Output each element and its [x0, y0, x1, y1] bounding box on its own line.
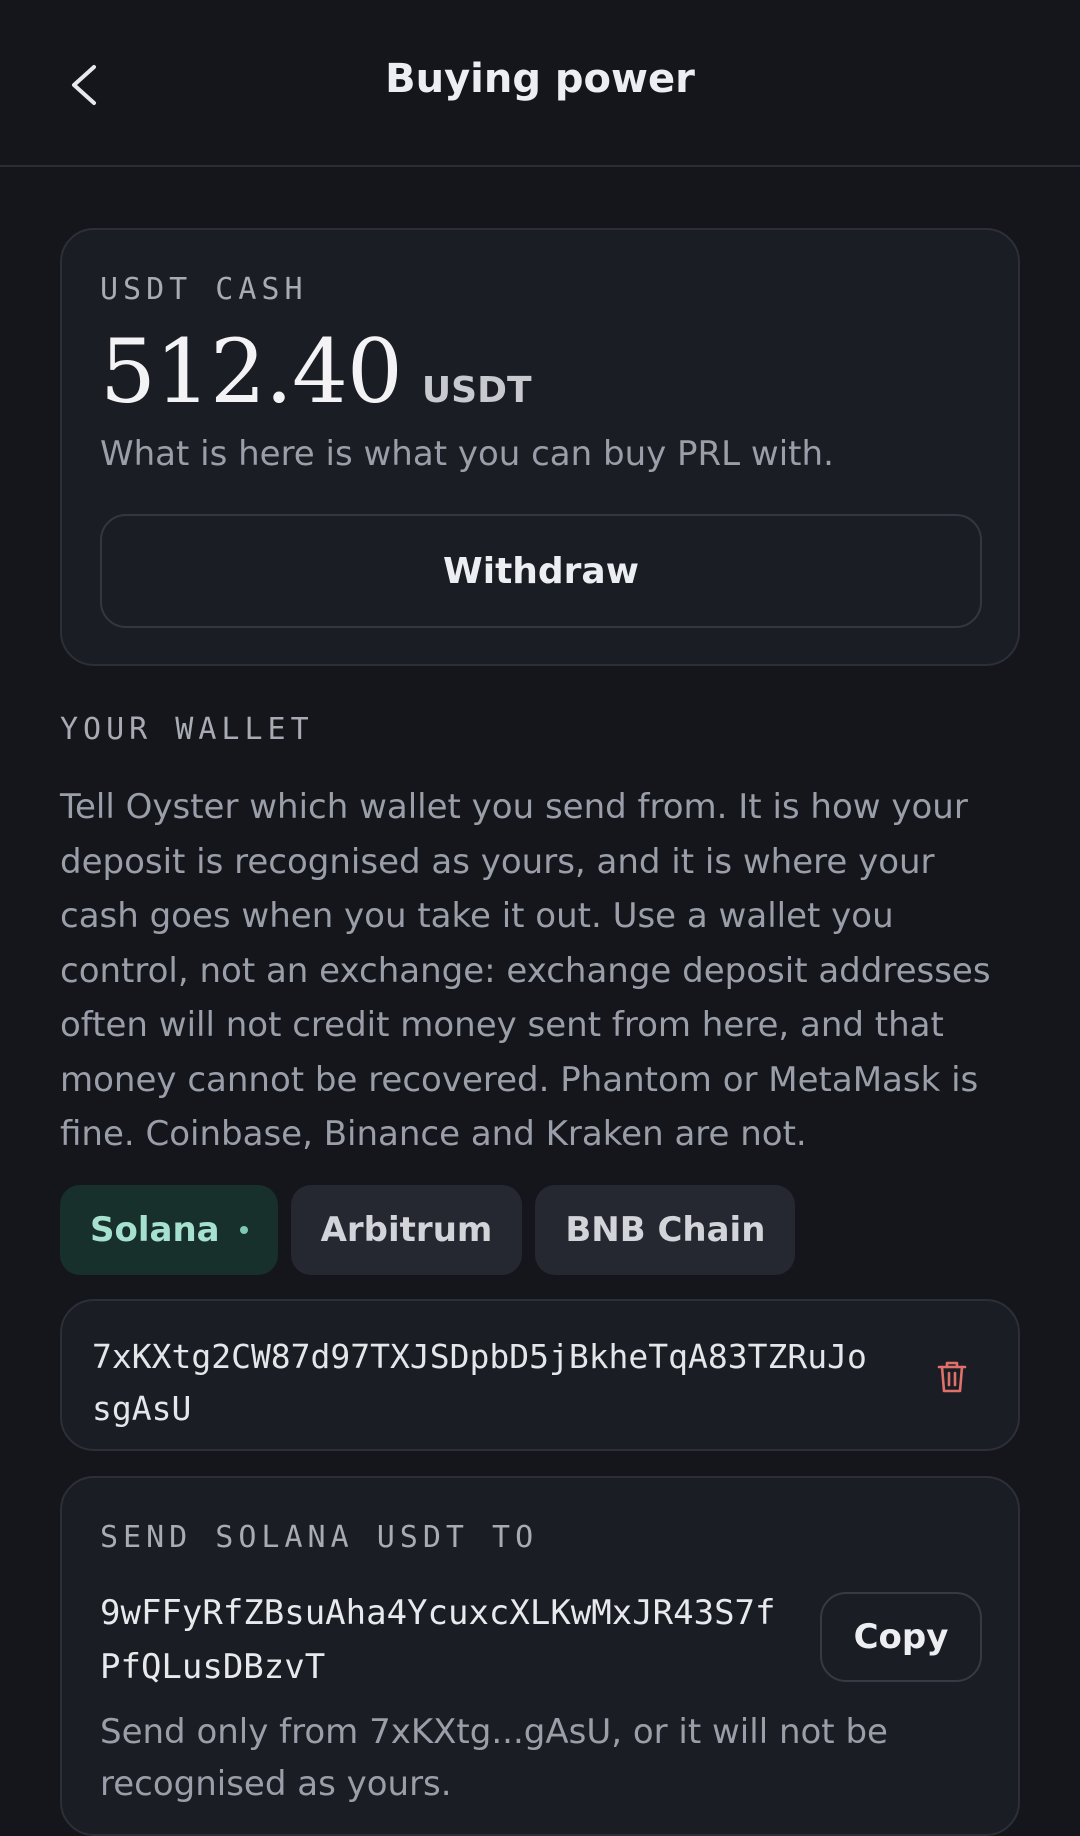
cash-hint: What is here is what you can buy PRL wit…	[100, 434, 834, 474]
chain-chip-label: Arbitrum	[320, 1210, 493, 1250]
cash-amount-row: 512.40 USDT	[100, 320, 532, 423]
send-hint: Send only from 7xKXtg...gAsU, or it will…	[100, 1712, 888, 1804]
withdraw-button[interactable]: Withdraw	[100, 514, 982, 628]
wallet-address: 7xKXtg2CW87d97TXJSDpbD5jBkheTqA83TZRuJos…	[92, 1337, 867, 1428]
chain-chip-solana[interactable]: Solana	[60, 1185, 278, 1275]
cash-unit: USDT	[421, 370, 532, 411]
top-bar: Buying power	[0, 0, 1080, 167]
delete-wallet-button[interactable]	[930, 1353, 974, 1401]
copy-button[interactable]: Copy	[820, 1592, 982, 1682]
cash-amount: 512.40	[100, 320, 403, 423]
chain-chip-bnb[interactable]: BNB Chain	[535, 1185, 796, 1275]
chain-chip-label: Solana	[90, 1210, 220, 1250]
cash-label: USDT CASH	[100, 272, 308, 307]
wallet-section-label: YOUR WALLET	[60, 712, 314, 747]
chain-chip-label: BNB Chain	[565, 1210, 766, 1250]
chain-chip-arbitrum[interactable]: Arbitrum	[290, 1185, 523, 1275]
deposit-address: 9wFFyRfZBsuAha4YcuxcXLKwMxJR43S7fPfQLusD…	[100, 1593, 776, 1687]
trash-icon	[937, 1361, 967, 1393]
send-address-card: SEND SOLANA USDT TO 9wFFyRfZBsuAha4Ycuxc…	[60, 1476, 1020, 1836]
wallet-description: Tell Oyster which wallet you send from. …	[60, 787, 991, 1154]
cash-card: USDT CASH 512.40 USDT What is here is wh…	[60, 228, 1020, 666]
send-label: SEND SOLANA USDT TO	[100, 1520, 539, 1555]
wallet-address-card: 7xKXtg2CW87d97TXJSDpbD5jBkheTqA83TZRuJos…	[60, 1299, 1020, 1451]
chain-selector: Solana Arbitrum BNB Chain	[60, 1185, 796, 1275]
selected-dot-icon	[239, 1226, 248, 1234]
page-title: Buying power	[385, 56, 695, 102]
